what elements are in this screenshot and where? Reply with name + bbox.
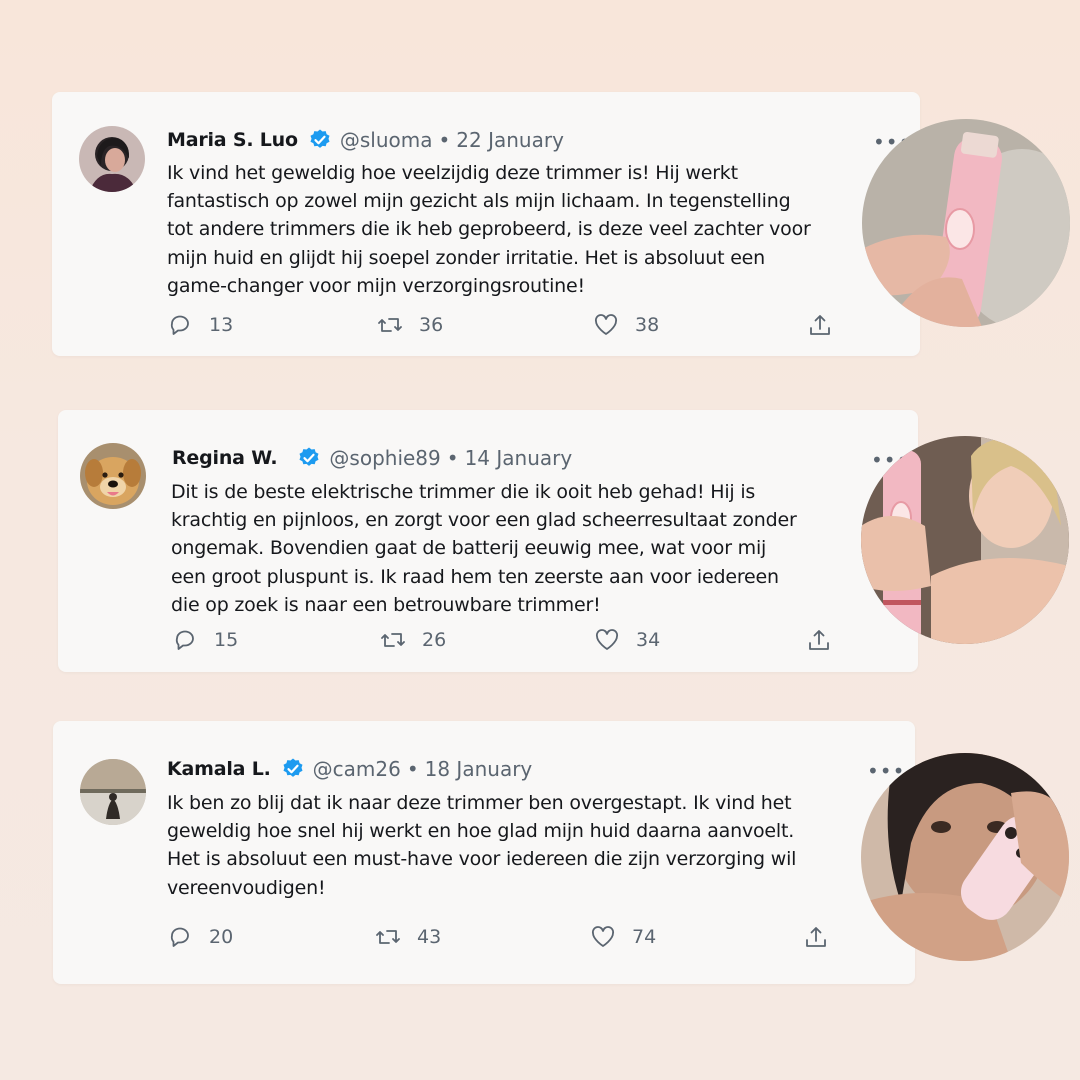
reply-icon bbox=[170, 927, 189, 947]
share-button[interactable] bbox=[806, 627, 832, 653]
verified-badge-icon bbox=[297, 446, 321, 470]
verified-badge-icon bbox=[308, 128, 332, 152]
avatar[interactable] bbox=[79, 126, 145, 192]
reply-count: 15 bbox=[214, 629, 239, 651]
share-button[interactable] bbox=[803, 924, 829, 950]
tweet-header: Kamala L. @cam26 • 18 January bbox=[167, 757, 532, 781]
share-button[interactable] bbox=[807, 312, 833, 338]
product-photo bbox=[862, 119, 1070, 327]
like-count: 34 bbox=[636, 629, 661, 651]
author-handle[interactable]: @sluoma bbox=[340, 128, 433, 152]
product-photo bbox=[861, 753, 1069, 961]
retweet-button[interactable]: 36 bbox=[377, 312, 443, 338]
share-icon bbox=[810, 315, 830, 335]
retweet-button[interactable]: 26 bbox=[380, 627, 446, 653]
reply-icon bbox=[175, 630, 194, 650]
reply-count: 13 bbox=[209, 314, 234, 336]
like-icon bbox=[596, 629, 618, 650]
retweet-icon bbox=[381, 633, 405, 647]
like-button[interactable]: 34 bbox=[594, 627, 660, 653]
share-icon bbox=[809, 630, 829, 650]
reply-button[interactable]: 20 bbox=[167, 924, 233, 950]
author-handle[interactable]: @cam26 bbox=[313, 757, 401, 781]
like-icon bbox=[592, 926, 614, 947]
reply-button[interactable]: 13 bbox=[167, 312, 233, 338]
retweet-icon bbox=[376, 930, 400, 944]
tweet-text: Dit is de beste elektrische trimmer die … bbox=[171, 481, 797, 616]
tweet-text: Ik ben zo blij dat ik naar deze trimmer … bbox=[167, 792, 797, 899]
tweet-header: Maria S. Luo @sluoma • 22 January bbox=[167, 128, 564, 152]
tweet-actions: 13 36 38 bbox=[167, 312, 847, 340]
tweet-actions: 20 43 74 bbox=[167, 924, 837, 952]
verified-badge-icon bbox=[281, 757, 305, 781]
retweet-count: 36 bbox=[419, 314, 444, 336]
share-icon bbox=[806, 927, 826, 947]
retweet-button[interactable]: 43 bbox=[375, 924, 441, 950]
avatar[interactable] bbox=[80, 443, 146, 509]
product-photo bbox=[861, 436, 1069, 644]
separator: • bbox=[406, 757, 419, 781]
like-button[interactable]: 74 bbox=[590, 924, 656, 950]
tweet-date[interactable]: 18 January bbox=[425, 757, 533, 781]
tweet-header: Regina W. @sophie89 • 14 January bbox=[172, 446, 572, 470]
tweet-actions: 15 26 34 bbox=[172, 627, 842, 655]
author-handle[interactable]: @sophie89 bbox=[329, 446, 440, 470]
separator: • bbox=[438, 128, 451, 152]
retweet-count: 26 bbox=[422, 629, 447, 651]
avatar[interactable] bbox=[80, 759, 146, 825]
retweet-icon bbox=[378, 318, 402, 332]
separator: • bbox=[446, 446, 459, 470]
like-button[interactable]: 38 bbox=[593, 312, 659, 338]
like-count: 74 bbox=[632, 926, 657, 948]
tweet-date[interactable]: 22 January bbox=[456, 128, 564, 152]
like-icon bbox=[595, 314, 617, 335]
reply-icon bbox=[170, 315, 189, 335]
reply-count: 20 bbox=[209, 926, 234, 948]
tweet-date[interactable]: 14 January bbox=[465, 446, 573, 470]
reply-button[interactable]: 15 bbox=[172, 627, 238, 653]
author-name[interactable]: Regina W. bbox=[172, 447, 278, 469]
retweet-count: 43 bbox=[417, 926, 442, 948]
like-count: 38 bbox=[635, 314, 660, 336]
tweet-text: Ik vind het geweldig hoe veelzijdig deze… bbox=[167, 162, 811, 297]
author-name[interactable]: Maria S. Luo bbox=[167, 129, 298, 151]
author-name[interactable]: Kamala L. bbox=[167, 758, 271, 780]
